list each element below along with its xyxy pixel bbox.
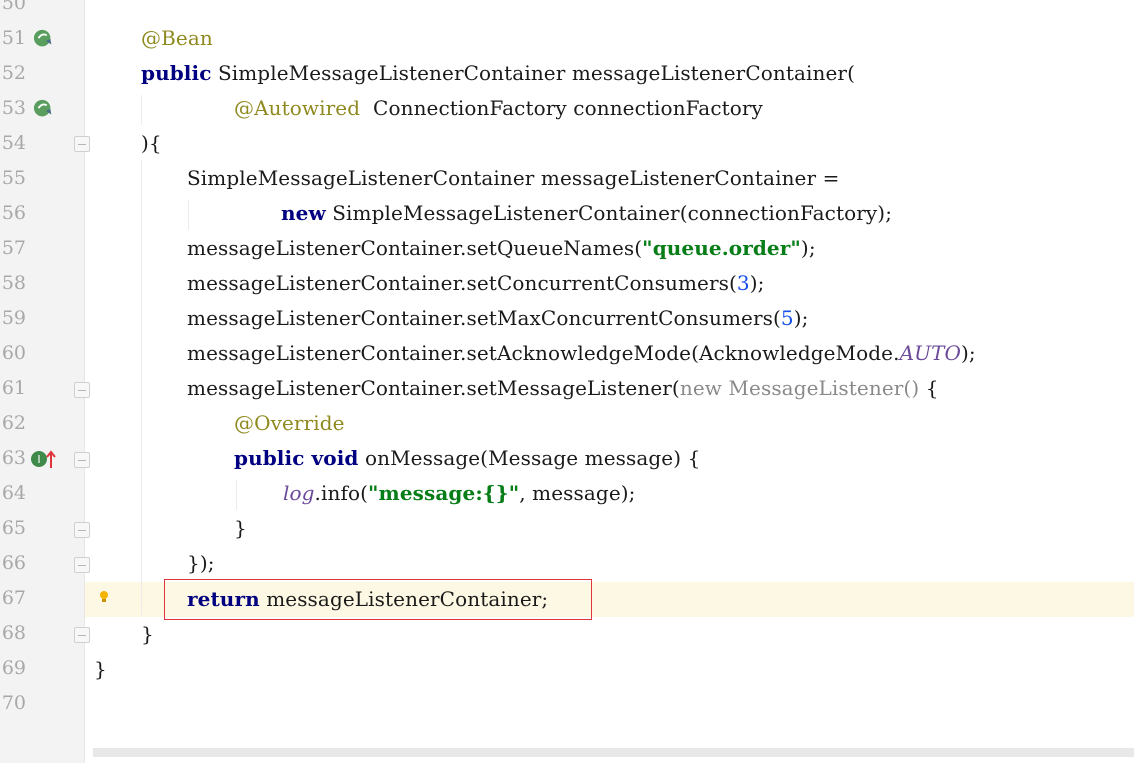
fold-marker[interactable] xyxy=(74,522,90,538)
line-number: 67 xyxy=(1,587,26,609)
line-number-row: 68 xyxy=(0,616,1134,651)
line-number: 51 xyxy=(1,27,26,49)
line-number: 56 xyxy=(1,202,26,224)
line-number-row: 54 xyxy=(0,126,1134,161)
horizontal-scrollbar[interactable] xyxy=(93,748,1134,757)
line-number: 55 xyxy=(1,167,26,189)
code-line-57[interactable]: messageListenerContainer.setQueueNames("… xyxy=(187,231,816,266)
line-number-row: 62 xyxy=(0,406,1134,441)
fold-marker[interactable] xyxy=(74,452,90,468)
line-number: 60 xyxy=(1,342,26,364)
spring-autowired-icon[interactable] xyxy=(33,98,55,120)
line-number: 58 xyxy=(1,272,26,294)
code-line-66[interactable]: }); xyxy=(187,546,215,581)
code-line-63[interactable]: public void onMessage(Message message) { xyxy=(234,441,700,476)
line-number: 57 xyxy=(1,237,26,259)
code-line-58[interactable]: messageListenerContainer.setConcurrentCo… xyxy=(187,266,765,301)
code-line-52[interactable]: public SimpleMessageListenerContainer me… xyxy=(141,56,855,91)
line-number: 63 xyxy=(1,447,26,469)
code-line-60[interactable]: messageListenerContainer.setAcknowledgeM… xyxy=(187,336,976,371)
line-number-row: 65 xyxy=(0,511,1134,546)
code-line-55[interactable]: SimpleMessageListenerContainer messageLi… xyxy=(187,161,839,196)
code-line-65[interactable]: } xyxy=(234,511,247,546)
intention-bulb-icon[interactable] xyxy=(99,590,109,603)
code-line-54[interactable]: ){ xyxy=(141,126,162,161)
line-number: 70 xyxy=(1,692,26,714)
spring-bean-icon[interactable] xyxy=(33,28,55,50)
line-number-row: 50 xyxy=(0,0,1134,21)
line-number: 64 xyxy=(1,482,26,504)
code-line-56[interactable]: new SimpleMessageListenerContainer(conne… xyxy=(281,196,892,231)
line-number-row: 66 xyxy=(0,546,1134,581)
code-line-51[interactable]: @Bean xyxy=(141,21,213,56)
fold-marker[interactable] xyxy=(74,627,90,643)
code-line-59[interactable]: messageListenerContainer.setMaxConcurren… xyxy=(187,301,808,336)
fold-marker[interactable] xyxy=(74,382,90,398)
implements-method-icon[interactable]: I xyxy=(30,448,58,472)
line-number: 50 xyxy=(1,0,26,14)
code-line-68[interactable]: } xyxy=(141,617,154,652)
line-number-row: 70 xyxy=(0,686,1134,721)
line-number: 61 xyxy=(1,377,26,399)
code-line-62[interactable]: @Override xyxy=(234,406,345,441)
code-line-61[interactable]: messageListenerContainer.setMessageListe… xyxy=(187,371,939,406)
line-number: 59 xyxy=(1,307,26,329)
line-number: 52 xyxy=(1,62,26,84)
fold-marker[interactable] xyxy=(74,136,90,152)
code-line-53[interactable]: @Autowired ConnectionFactory connectionF… xyxy=(234,91,763,126)
fold-marker[interactable] xyxy=(74,557,90,573)
line-number: 53 xyxy=(1,97,26,119)
return-statement-highlight-box xyxy=(164,579,592,620)
line-number: 69 xyxy=(1,657,26,679)
line-number-row: 69 xyxy=(0,651,1134,686)
line-number: 62 xyxy=(1,412,26,434)
override-badge-letter: I xyxy=(37,453,40,466)
line-number: 68 xyxy=(1,622,26,644)
code-line-64[interactable]: log.info("message:{}", message); xyxy=(283,476,636,511)
line-number: 54 xyxy=(1,132,26,154)
line-number: 65 xyxy=(1,517,26,539)
line-number: 66 xyxy=(1,552,26,574)
code-line-69[interactable]: } xyxy=(94,652,107,687)
